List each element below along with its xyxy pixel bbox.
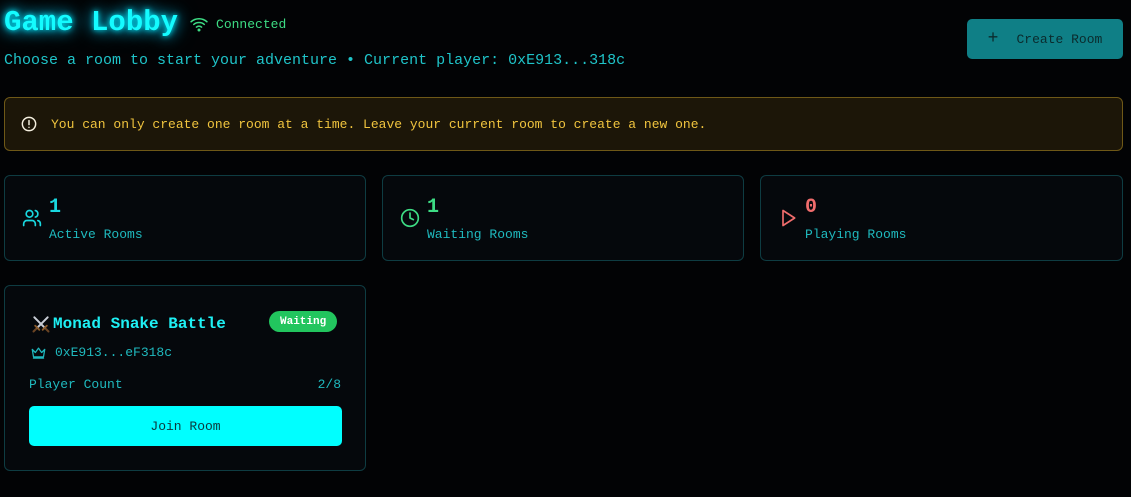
header: Game Lobby Connected [4, 6, 286, 39]
users-icon [22, 209, 42, 227]
plus-icon: + [987, 29, 999, 49]
stat-label: Active Rooms [49, 227, 143, 242]
play-icon [782, 209, 796, 227]
create-room-button[interactable]: + Create Room [967, 19, 1123, 59]
status-badge: Waiting [269, 311, 338, 332]
game-lobby-page: Game Lobby Connected Choose a room to st… [0, 0, 1131, 497]
stat-value: 1 [49, 196, 62, 219]
stat-label: Playing Rooms [805, 227, 907, 242]
player-count-value: 2/8 [317, 377, 341, 392]
owner-address: 0xE913...eF318c [55, 345, 173, 360]
room-title: Monad Snake Battle [31, 314, 226, 334]
stat-card-active-rooms: 1 Active Rooms [4, 175, 366, 261]
stat-card-waiting-rooms: 1 Waiting Rooms [382, 175, 744, 261]
crossed-swords-icon [32, 316, 50, 333]
stat-value: 1 [427, 196, 440, 219]
lobby-subtitle: Choose a room to start your adventure • … [4, 52, 626, 69]
page-title: Game Lobby [4, 6, 179, 39]
warning-alert: You can only create one room at a time. … [4, 97, 1123, 151]
player-count-label: Player Count [29, 377, 123, 392]
room-name: Monad Snake Battle [53, 315, 226, 333]
wifi-icon [190, 18, 208, 32]
create-room-label: Create Room [1016, 31, 1103, 47]
stat-value: 0 [805, 196, 818, 219]
stat-label: Waiting Rooms [427, 227, 529, 242]
room-owner: 0xE913...eF318c [31, 345, 172, 360]
alert-circle-icon [21, 116, 37, 132]
stat-card-playing-rooms: 0 Playing Rooms [760, 175, 1123, 261]
alert-message: You can only create one room at a time. … [51, 116, 707, 132]
room-card: Monad Snake Battle Waiting 0xE913...eF31… [4, 285, 366, 471]
connection-status-text: Connected [216, 16, 287, 32]
connection-status: Connected [190, 15, 286, 33]
join-room-button[interactable]: Join Room [29, 406, 342, 446]
clock-icon [400, 208, 420, 228]
crown-icon [31, 347, 46, 359]
